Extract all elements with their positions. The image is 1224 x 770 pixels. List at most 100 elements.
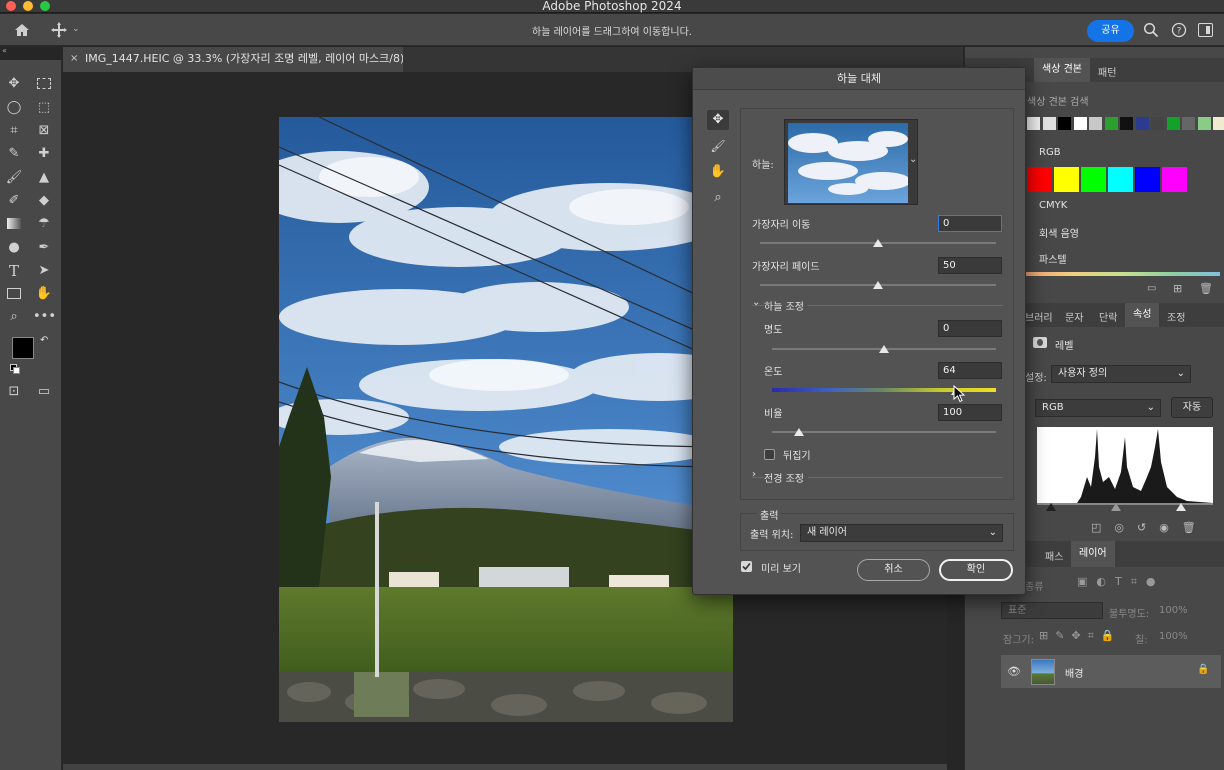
swatch-group-cmyk[interactable]: CMYK — [1039, 200, 1067, 211]
edge-fade-thumb[interactable] — [873, 281, 883, 289]
tab-patterns[interactable]: 패턴 — [1098, 64, 1116, 79]
ok-button[interactable]: 확인 — [939, 559, 1013, 581]
tab-paragraph[interactable]: 단락 — [1099, 309, 1117, 324]
eye-icon[interactable]: 👁 — [1007, 665, 1021, 678]
filter-kind-label[interactable]: 종류 — [1025, 578, 1043, 593]
preview-checkbox[interactable] — [741, 561, 752, 572]
stamp-tool-icon[interactable]: ▲ — [33, 168, 55, 188]
new-swatch-icon[interactable]: ⊞ — [1173, 282, 1182, 295]
move-tool-icon[interactable]: ✥ — [3, 74, 25, 94]
tab-character[interactable]: 문자 — [1065, 309, 1083, 324]
blend-mode-select[interactable]: 표준 — [1001, 602, 1103, 619]
edge-fade-input[interactable]: 50 — [938, 257, 1002, 274]
sky-adjust-header[interactable]: 하늘 조정 — [764, 298, 808, 313]
flip-checkbox[interactable] — [764, 449, 775, 460]
color-swatch-2[interactable] — [1058, 117, 1071, 130]
tab-adjustments[interactable]: 조정 — [1167, 309, 1185, 324]
sky-adjust-chevron-icon[interactable]: ⌄ — [752, 297, 760, 308]
color-swatch-10[interactable] — [1182, 117, 1195, 130]
folder-icon[interactable]: ▭ — [1147, 283, 1156, 294]
workspace-icon[interactable] — [1198, 23, 1213, 37]
color-swatch-5[interactable] — [1104, 117, 1118, 130]
fg-adjust-chevron-icon[interactable]: › — [752, 469, 756, 480]
hand-tool-icon[interactable]: ✋ — [33, 284, 55, 304]
edge-shift-thumb[interactable] — [873, 239, 883, 247]
pen-tool-icon[interactable]: ✒ — [33, 238, 55, 258]
history-brush-tool-icon[interactable]: ✐ — [3, 191, 25, 211]
brightness-thumb[interactable] — [879, 345, 889, 353]
foreground-color-swatch[interactable] — [12, 337, 34, 359]
rgb-swatch-1[interactable] — [1054, 167, 1079, 192]
chevron-down-icon[interactable]: ⌄ — [909, 154, 917, 165]
swatch-group-pastel[interactable]: 파스텔 — [1039, 251, 1067, 266]
tab-properties[interactable]: 속성 — [1125, 303, 1160, 327]
temperature-input[interactable]: 64 — [938, 362, 1002, 379]
color-swatch-6[interactable] — [1120, 117, 1133, 130]
lasso-tool-icon[interactable]: ◯ — [3, 98, 25, 118]
default-colors-icon[interactable] — [10, 364, 20, 374]
swatch-group-grayscale[interactable]: 회색 음영 — [1039, 225, 1079, 240]
cancel-button[interactable]: 취소 — [857, 559, 930, 581]
quick-mask-icon[interactable]: ⊡ — [3, 382, 25, 402]
color-swatch-7[interactable] — [1135, 117, 1149, 130]
layer-filter-icons[interactable]: ▣◐T⌗● — [1077, 575, 1165, 589]
rgb-swatch-4[interactable] — [1135, 167, 1160, 192]
marquee-tool-icon[interactable] — [33, 74, 55, 94]
eraser-tool-icon[interactable]: ◆ — [33, 191, 55, 211]
gradient-tool-icon[interactable] — [3, 214, 25, 234]
rgb-swatch-0[interactable] — [1027, 167, 1052, 192]
dodge-tool-icon[interactable]: ● — [3, 238, 25, 258]
rgb-swatch-2[interactable] — [1081, 167, 1106, 192]
pastel-swatch-strip[interactable] — [1025, 272, 1220, 276]
type-tool-icon[interactable]: T — [3, 261, 25, 281]
brightness-input[interactable]: 0 — [938, 320, 1002, 337]
screen-mode-icon[interactable]: ▭ — [33, 382, 55, 402]
color-swatch-9[interactable] — [1166, 117, 1180, 130]
scale-slider[interactable] — [772, 431, 996, 433]
help-icon[interactable]: ? — [1171, 22, 1187, 38]
swatch-group-rgb[interactable]: RGB — [1039, 147, 1061, 158]
more-tools-icon[interactable]: ••• — [33, 307, 56, 327]
fill-value[interactable]: 100% — [1159, 631, 1188, 642]
hand-tool-icon[interactable]: ✋ — [707, 162, 729, 182]
channel-select[interactable]: RGB ⌄ — [1035, 399, 1161, 417]
healing-brush-tool-icon[interactable]: ✚ — [33, 144, 55, 164]
scale-input[interactable]: 100 — [938, 404, 1002, 421]
sky-brush-tool-icon[interactable]: 🖌 — [707, 136, 729, 156]
eyedropper-tool-icon[interactable]: ✎ — [3, 144, 25, 164]
opacity-value[interactable]: 100% — [1159, 605, 1188, 616]
swatch-search-label[interactable]: 색상 견본 검색 — [1027, 93, 1089, 108]
color-swatch-8[interactable] — [1151, 117, 1164, 130]
fg-adjust-header[interactable]: 전경 조정 — [764, 470, 808, 485]
sky-move-tool-icon[interactable]: ✥ — [707, 110, 729, 130]
smudge-tool-icon[interactable]: ☂ — [33, 214, 55, 234]
color-swatch-1[interactable] — [1042, 117, 1056, 130]
edge-shift-input[interactable]: 0 — [938, 215, 1002, 232]
lock-icon[interactable]: 🔒 — [1197, 664, 1209, 675]
scale-thumb[interactable] — [793, 428, 804, 436]
color-swatch-3[interactable] — [1073, 117, 1087, 130]
tab-layers[interactable]: 레이어 — [1071, 541, 1115, 567]
crop-tool-icon[interactable]: ⌗ — [3, 121, 25, 141]
lock-icons[interactable]: ⊞✎✥⌗🔒 — [1039, 629, 1122, 643]
layer-row[interactable]: 👁 배경 🔒 — [1001, 655, 1221, 688]
share-button[interactable]: 공유 — [1087, 20, 1134, 42]
levels-input-slider[interactable] — [1037, 503, 1213, 505]
rectangle-tool-icon[interactable] — [3, 284, 25, 304]
document-tab[interactable]: × IMG_1447.HEIC @ 33.3% (가장자리 조명 레벨, 레이어… — [63, 47, 403, 72]
rgb-swatch-3[interactable] — [1108, 167, 1133, 192]
object-select-tool-icon[interactable]: ⬚ — [33, 98, 55, 118]
rgb-swatch-5[interactable] — [1162, 167, 1187, 192]
tab-libraries[interactable]: 브러리 — [1025, 309, 1053, 324]
midtone-thumb[interactable] — [1111, 503, 1121, 511]
black-point-thumb[interactable] — [1046, 503, 1056, 511]
zoom-tool-icon[interactable]: ⌕ — [707, 188, 729, 208]
preset-select[interactable]: 사용자 정의 ⌄ — [1051, 365, 1191, 383]
color-swatch-11[interactable] — [1197, 117, 1211, 130]
layer-name[interactable]: 배경 — [1065, 665, 1083, 680]
swap-colors-icon[interactable]: ↶ — [40, 335, 48, 346]
collapse-toolbar-icon[interactable]: « — [2, 46, 7, 55]
properties-footer-icons[interactable]: ◰◎↺◉🗑 — [1091, 521, 1209, 534]
tab-paths[interactable]: 패스 — [1045, 548, 1063, 563]
white-point-thumb[interactable] — [1176, 503, 1186, 511]
